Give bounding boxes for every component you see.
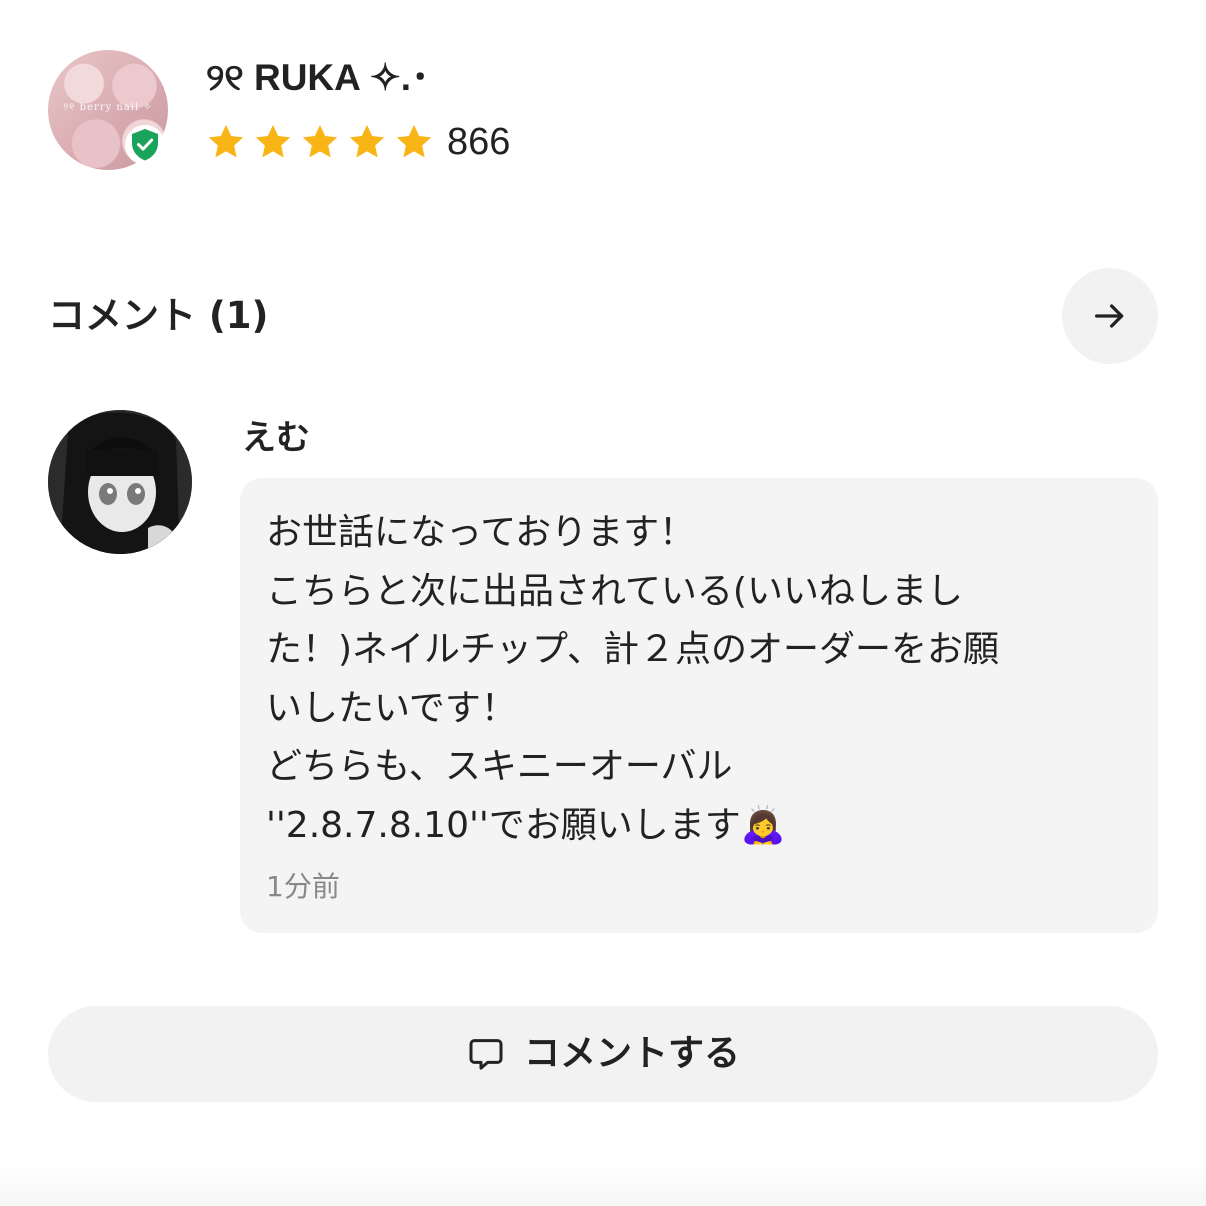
star-icon bbox=[208, 125, 244, 158]
comment-text-line: どちらも、スキニーオーバル bbox=[266, 746, 733, 787]
commenter-avatar-image bbox=[48, 410, 192, 554]
comments-title: コメント (1) bbox=[48, 294, 269, 337]
bottom-divider-shadow bbox=[0, 1166, 1206, 1206]
comment-text-line: いしたいです！ bbox=[266, 687, 517, 729]
star-icon bbox=[349, 125, 385, 158]
seller-rating: 866 bbox=[206, 118, 510, 166]
star-icon bbox=[255, 125, 291, 158]
seller-header: ୨୧ berry nail ✧ ୨୧ RUKA ✧.･ 866 bbox=[48, 50, 1158, 172]
star-icon bbox=[302, 125, 338, 158]
write-comment-button[interactable]: コメントする bbox=[48, 1006, 1158, 1102]
speech-bubble-icon bbox=[469, 1039, 503, 1070]
write-comment-label: コメントする bbox=[523, 1033, 740, 1074]
comment-timestamp: 1分前 bbox=[266, 870, 340, 903]
comment-text-line: た！)ネイルチップ、計２点のオーダーをお願 bbox=[266, 629, 999, 670]
view-all-comments-button[interactable] bbox=[1062, 268, 1158, 364]
comment-text-line: こちらと次に出品されている(いいねしまし bbox=[266, 570, 963, 612]
comment-bubble: お世話になっております！ こちらと次に出品されている(いいねしまし た！)ネイル… bbox=[240, 478, 1158, 933]
rating-count: 866 bbox=[447, 121, 511, 163]
comment-text-line: ''2.8.7.8.10''でお願いします🙇‍♀️ bbox=[266, 804, 786, 846]
commenter-name[interactable]: えむ bbox=[242, 414, 310, 462]
comment-text-line: お世話になっております！ bbox=[266, 512, 696, 553]
verified-shield-icon bbox=[125, 125, 165, 165]
star-icon bbox=[396, 125, 432, 158]
commenter-avatar[interactable] bbox=[48, 410, 192, 554]
seller-avatar-logo-text: ୨୧ berry nail ✧ bbox=[63, 102, 153, 113]
arrow-right-icon bbox=[1095, 304, 1124, 328]
seller-name[interactable]: ୨୧ RUKA ✧.･ bbox=[206, 56, 430, 100]
